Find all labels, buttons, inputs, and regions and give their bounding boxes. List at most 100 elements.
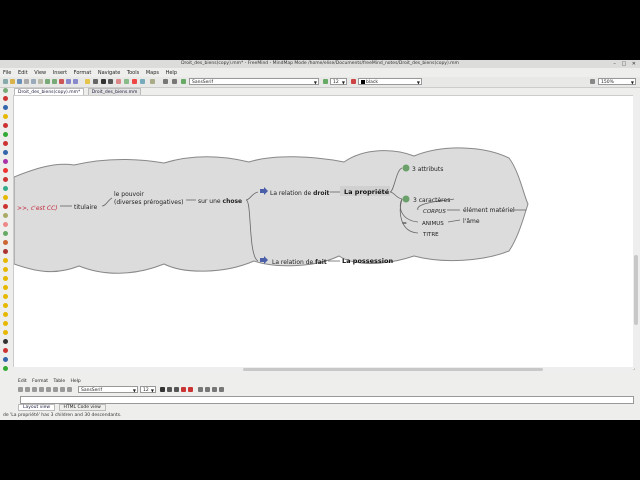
image-icon[interactable] bbox=[67, 387, 72, 392]
editor-menu-edit[interactable]: Edit bbox=[18, 379, 27, 384]
node-pouvoir-line2[interactable]: (diverses prérogatives) bbox=[114, 199, 183, 206]
color-select[interactable]: black ▼ bbox=[358, 78, 422, 85]
menu-format[interactable]: Format bbox=[74, 70, 92, 76]
vertical-scroll-thumb[interactable] bbox=[634, 255, 638, 325]
number-9-icon[interactable] bbox=[3, 330, 8, 335]
number-2-icon[interactable] bbox=[3, 267, 8, 272]
find-icon[interactable] bbox=[39, 387, 44, 392]
zoom-in-icon[interactable] bbox=[66, 79, 71, 84]
close-icon[interactable]: ✕ bbox=[632, 61, 636, 67]
horizontal-scroll-thumb[interactable] bbox=[243, 368, 543, 371]
menu-file[interactable]: File bbox=[3, 70, 11, 76]
menu-edit[interactable]: Edit bbox=[18, 70, 28, 76]
menu-help[interactable]: Help bbox=[166, 70, 177, 76]
font-icon[interactable] bbox=[181, 79, 186, 84]
star-icon[interactable] bbox=[3, 159, 8, 164]
node-titre[interactable]: TITRE bbox=[422, 232, 439, 238]
vertical-scrollbar[interactable] bbox=[633, 95, 639, 368]
mindmap-graph[interactable]: >>, c'est CC) titulaire le pouvoir (dive… bbox=[13, 96, 634, 369]
open-folder-icon[interactable] bbox=[10, 79, 15, 84]
remove-icons-icon[interactable] bbox=[132, 79, 137, 84]
menu-view[interactable]: View bbox=[34, 70, 46, 76]
new-map-icon[interactable] bbox=[3, 79, 8, 84]
tab-layout-view[interactable]: Layout view bbox=[18, 404, 56, 411]
bold-icon[interactable] bbox=[46, 387, 51, 392]
number-3-icon[interactable] bbox=[3, 276, 8, 281]
paste-icon[interactable] bbox=[38, 79, 43, 84]
blue-circle-icon[interactable] bbox=[3, 357, 8, 362]
number-7-icon[interactable] bbox=[3, 312, 8, 317]
link-icon[interactable] bbox=[53, 387, 58, 392]
edge-color-icon[interactable] bbox=[124, 79, 129, 84]
black-circle-icon[interactable] bbox=[3, 339, 8, 344]
minimize-icon[interactable]: – bbox=[613, 61, 616, 67]
green-circle-icon[interactable] bbox=[3, 366, 8, 371]
node-animus[interactable]: ANIMUS bbox=[422, 221, 444, 227]
heart-icon[interactable] bbox=[3, 168, 8, 173]
node-pouvoir-line1[interactable]: le pouvoir bbox=[114, 191, 144, 198]
cancel-icon[interactable] bbox=[3, 141, 8, 146]
editor-menu-format[interactable]: Format bbox=[32, 379, 48, 384]
copy-icon[interactable] bbox=[31, 79, 36, 84]
ok-icon[interactable] bbox=[3, 132, 8, 137]
menu-tools[interactable]: Tools bbox=[127, 70, 139, 76]
key-icon[interactable] bbox=[3, 195, 8, 200]
bookmark-icon[interactable] bbox=[3, 249, 8, 254]
smiley-icon[interactable] bbox=[3, 222, 8, 227]
underline-icon[interactable] bbox=[174, 387, 179, 392]
highlight-icon[interactable] bbox=[188, 387, 193, 392]
node-sur-une-chose[interactable]: sur une chose bbox=[198, 198, 242, 205]
red-circle-icon[interactable] bbox=[3, 348, 8, 353]
number-6-icon[interactable] bbox=[3, 303, 8, 308]
cut-icon[interactable] bbox=[24, 79, 29, 84]
flag-icon[interactable] bbox=[3, 177, 8, 182]
justify-icon[interactable] bbox=[219, 387, 224, 392]
zoom-out-icon[interactable] bbox=[73, 79, 78, 84]
pencil-icon[interactable] bbox=[3, 213, 8, 218]
copy-icon[interactable] bbox=[25, 387, 30, 392]
font-size-select[interactable]: 12 ▼ bbox=[330, 78, 347, 85]
horizontal-scrollbar[interactable] bbox=[13, 367, 633, 372]
question-icon[interactable] bbox=[3, 105, 8, 110]
italic-icon[interactable] bbox=[167, 387, 172, 392]
editor-size-select[interactable]: 12 ▼ bbox=[140, 386, 156, 393]
filter-icon[interactable] bbox=[93, 79, 98, 84]
stop-icon[interactable] bbox=[59, 79, 64, 84]
align-right-icon[interactable] bbox=[212, 387, 217, 392]
cloud-icon[interactable] bbox=[140, 79, 145, 84]
text-color-icon[interactable] bbox=[181, 387, 186, 392]
home-icon[interactable] bbox=[3, 186, 8, 191]
number-1-icon[interactable] bbox=[3, 258, 8, 263]
color-picker-icon[interactable] bbox=[351, 79, 356, 84]
menu-navigate[interactable]: Navigate bbox=[98, 70, 120, 76]
tab-html-code-view[interactable]: HTML Code view bbox=[58, 404, 106, 411]
thumb-up-icon[interactable] bbox=[3, 231, 8, 236]
italic-icon[interactable] bbox=[108, 79, 113, 84]
important-icon[interactable] bbox=[3, 123, 8, 128]
zoom-select[interactable]: 150% ▼ bbox=[598, 78, 636, 85]
node-ame[interactable]: l'âme bbox=[463, 218, 480, 225]
bold-icon[interactable] bbox=[160, 387, 165, 392]
node-color-icon[interactable] bbox=[116, 79, 121, 84]
mindmap-canvas[interactable]: >>, c'est CC) titulaire le pouvoir (dive… bbox=[13, 95, 635, 370]
font-size-icon[interactable] bbox=[323, 79, 328, 84]
bold-icon[interactable] bbox=[101, 79, 106, 84]
warning-icon[interactable] bbox=[3, 204, 8, 209]
previous-map-icon[interactable] bbox=[163, 79, 168, 84]
number-8-icon[interactable] bbox=[3, 321, 8, 326]
note-text-area[interactable] bbox=[20, 396, 634, 404]
node-element-materiel[interactable]: élément matériel bbox=[463, 207, 515, 214]
editor-menu-help[interactable]: Help bbox=[71, 379, 81, 384]
idea-bulb-icon[interactable] bbox=[3, 114, 8, 119]
info-icon[interactable] bbox=[3, 150, 8, 155]
remove-all-icons-icon[interactable] bbox=[3, 96, 8, 101]
clock-icon[interactable] bbox=[3, 240, 8, 245]
remove-last-icon[interactable] bbox=[3, 88, 8, 93]
menu-insert[interactable]: Insert bbox=[53, 70, 67, 76]
align-center-icon[interactable] bbox=[205, 387, 210, 392]
redo-icon[interactable] bbox=[52, 79, 57, 84]
node-propriete[interactable]: La propriété bbox=[344, 188, 390, 196]
menu-maps[interactable]: Maps bbox=[146, 70, 159, 76]
cut-icon[interactable] bbox=[18, 387, 23, 392]
paste-icon[interactable] bbox=[32, 387, 37, 392]
